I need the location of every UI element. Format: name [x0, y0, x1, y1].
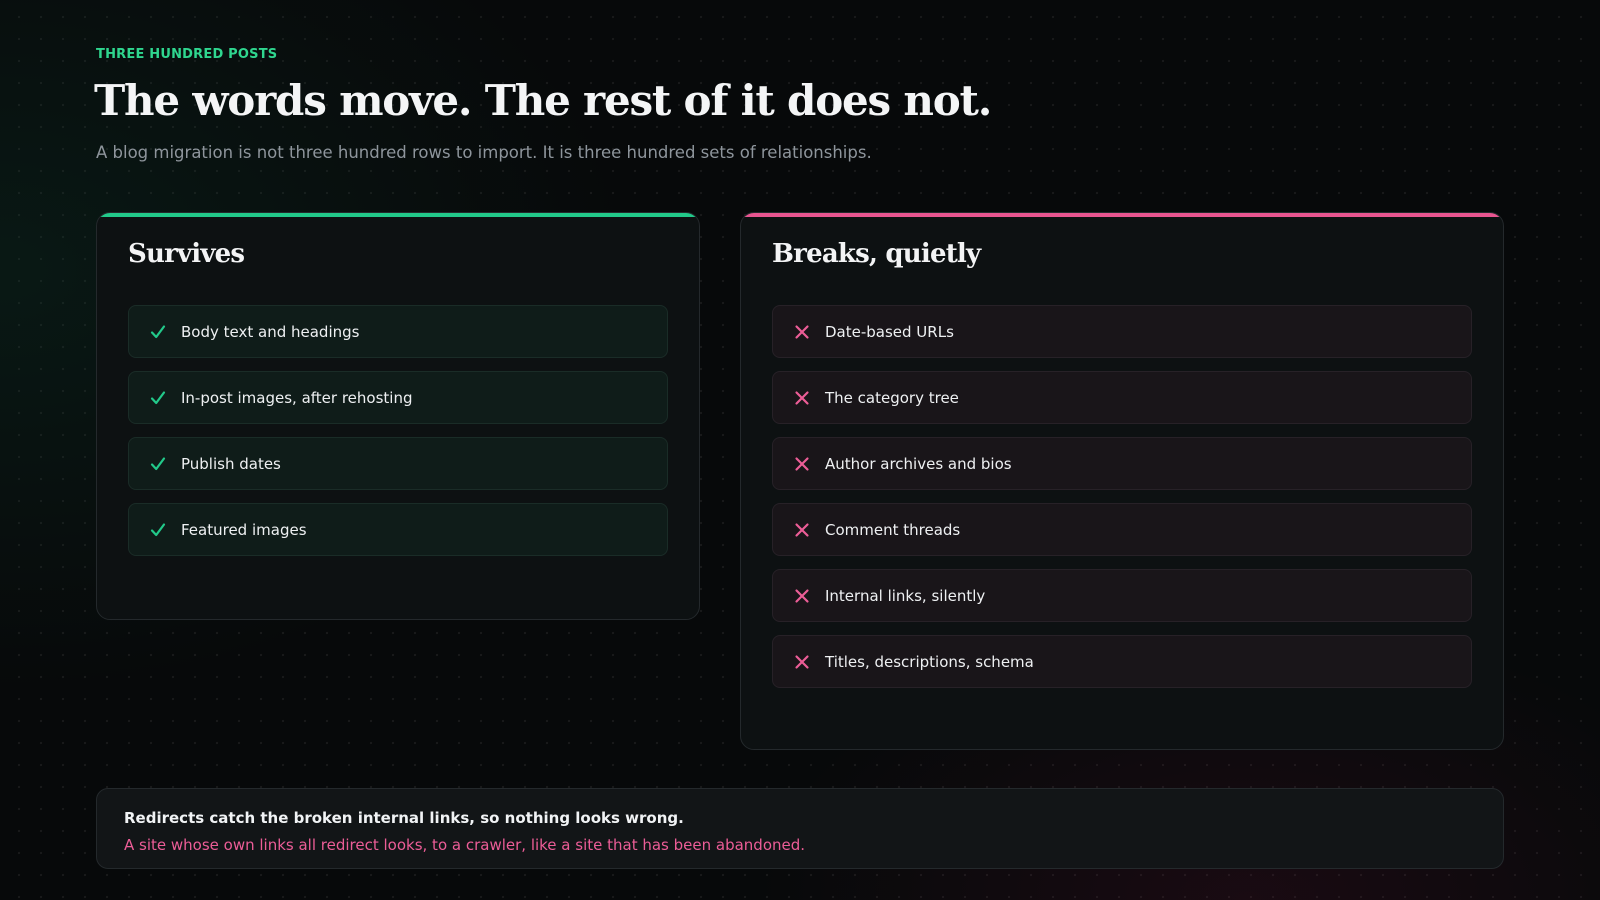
cross-icon [793, 521, 811, 539]
breaks-item-label: Internal links, silently [825, 586, 986, 605]
survives-item-label: Body text and headings [181, 322, 360, 341]
breaks-item: The category tree [772, 371, 1472, 424]
check-icon [149, 323, 167, 341]
breaks-list: Date-based URLs The category tree Author… [772, 305, 1472, 701]
breaks-item-label: Author archives and bios [825, 454, 1012, 473]
survives-item-label: Featured images [181, 520, 307, 539]
callout-warning: A site whose own links all redirect look… [124, 836, 806, 854]
cross-icon [793, 389, 811, 407]
breaks-item-label: The category tree [825, 388, 959, 407]
page-subtitle: A blog migration is not three hundred ro… [96, 143, 872, 162]
breaks-item-label: Date-based URLs [825, 322, 954, 341]
cross-icon [793, 587, 811, 605]
page-title: The words move. The rest of it does not. [94, 76, 992, 125]
breaks-item: Comment threads [772, 503, 1472, 556]
survives-item: Publish dates [128, 437, 668, 490]
survives-title: Survives [128, 239, 245, 269]
survives-panel: Survives Body text and headings In-post … [96, 212, 700, 620]
check-icon [149, 455, 167, 473]
survives-item: In-post images, after rehosting [128, 371, 668, 424]
footer-callout: Redirects catch the broken internal link… [96, 788, 1504, 869]
survives-list: Body text and headings In-post images, a… [128, 305, 668, 569]
breaks-item-label: Comment threads [825, 520, 961, 539]
survives-item-label: Publish dates [181, 454, 281, 473]
breaks-title: Breaks, quietly [772, 239, 981, 269]
breaks-item: Titles, descriptions, schema [772, 635, 1472, 688]
survives-item: Body text and headings [128, 305, 668, 358]
check-icon [149, 521, 167, 539]
breaks-item-label: Titles, descriptions, schema [825, 652, 1034, 671]
eyebrow-label: THREE HUNDRED POSTS [96, 47, 278, 62]
survives-item: Featured images [128, 503, 668, 556]
cross-icon [793, 323, 811, 341]
breaks-panel: Breaks, quietly Date-based URLs The cate… [740, 212, 1504, 750]
survives-item-label: In-post images, after rehosting [181, 388, 413, 407]
callout-statement: Redirects catch the broken internal link… [124, 809, 684, 827]
cross-icon [793, 653, 811, 671]
breaks-item: Date-based URLs [772, 305, 1472, 358]
breaks-item: Author archives and bios [772, 437, 1472, 490]
breaks-item: Internal links, silently [772, 569, 1472, 622]
cross-icon [793, 455, 811, 473]
check-icon [149, 389, 167, 407]
